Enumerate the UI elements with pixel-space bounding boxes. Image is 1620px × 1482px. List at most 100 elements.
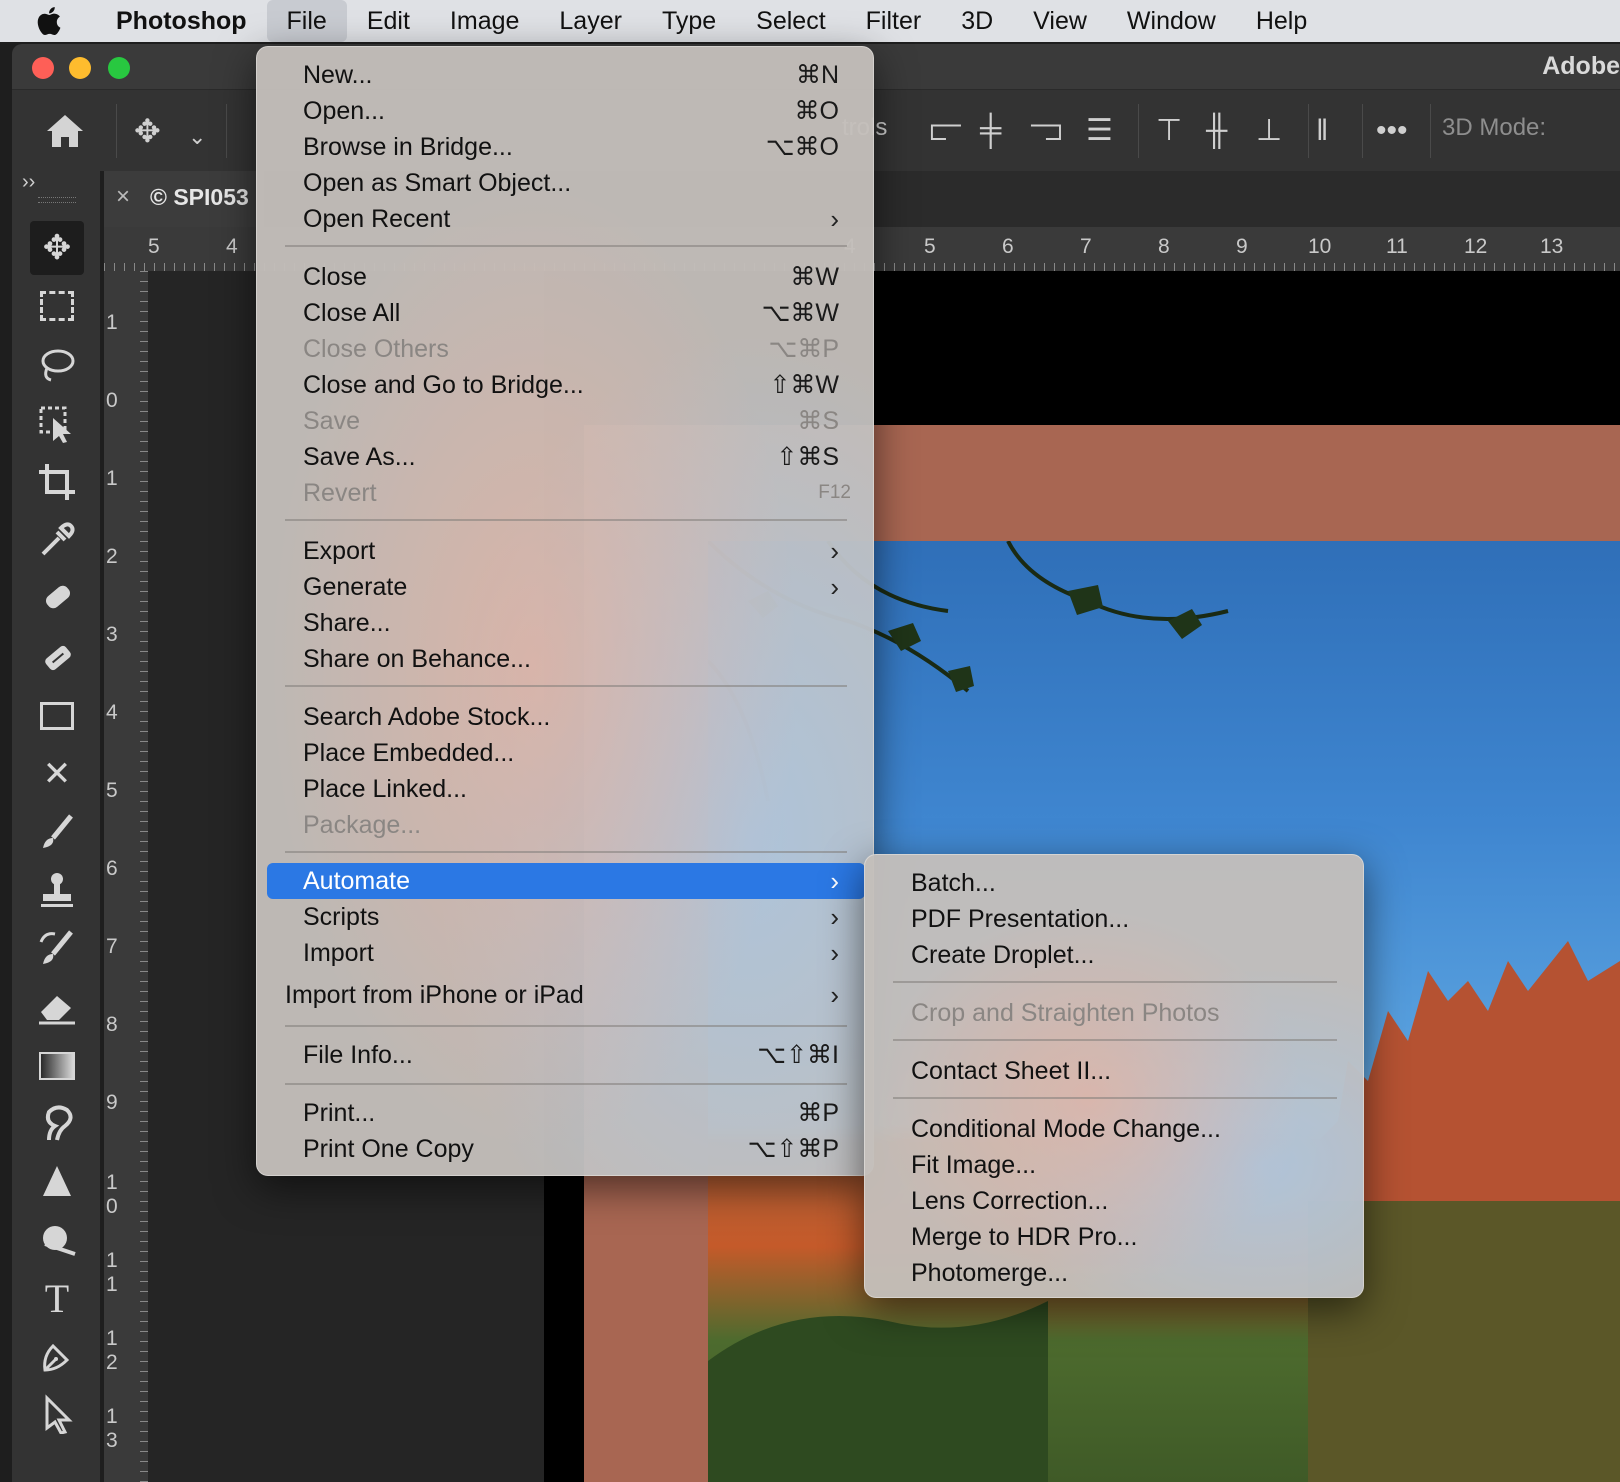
menu-item-search-adobe-stock[interactable]: Search Adobe Stock...	[303, 699, 839, 735]
menu-item-save: Save ⌘S	[303, 406, 839, 436]
automate-submenu: Batch... PDF Presentation... Create Drop…	[864, 854, 1364, 1298]
apple-icon[interactable]	[0, 5, 96, 37]
eyedropper-tool-icon[interactable]	[30, 513, 84, 567]
align-left-icon[interactable]: ⫍	[930, 112, 962, 150]
menu-item-new[interactable]: New... ⌘N	[303, 57, 839, 93]
clone-stamp-tool-icon[interactable]	[30, 863, 84, 917]
menu-item-share[interactable]: Share...	[303, 605, 839, 641]
menu-item-scripts[interactable]: Scripts ›	[303, 899, 839, 935]
menu-type[interactable]: Type	[642, 0, 736, 42]
document-tab-title: © SPI053	[150, 184, 249, 210]
crop-tool-icon[interactable]	[30, 455, 84, 509]
align-middle-icon[interactable]: ╫	[1206, 112, 1227, 150]
align-bottom-icon[interactable]: ⊥	[1256, 112, 1282, 150]
brush-tool-icon[interactable]	[30, 805, 84, 859]
menu-layer[interactable]: Layer	[539, 0, 642, 42]
lasso-tool-icon[interactable]	[30, 339, 84, 393]
toolbar-grip[interactable]	[38, 197, 76, 203]
spot-healing-tool-icon[interactable]	[30, 571, 84, 625]
object-selection-tool-icon[interactable]	[30, 397, 84, 451]
menu-item-import-from-iphone[interactable]: Import from iPhone or iPad ›	[285, 977, 839, 1013]
document-tab[interactable]: × © SPI053	[104, 171, 264, 227]
distribute-icon[interactable]: ☰	[1086, 112, 1113, 150]
menu-item-browse-in-bridge[interactable]: Browse in Bridge... ⌥⌘O	[303, 129, 839, 165]
align-top-icon[interactable]: ⊤	[1156, 112, 1182, 150]
home-icon[interactable]	[44, 112, 86, 158]
artboard-tool-icon[interactable]	[30, 689, 84, 743]
move-tool-preset-icon[interactable]: ✥	[134, 112, 161, 150]
chevron-right-icon: ›	[830, 535, 839, 566]
close-tab-icon[interactable]: ×	[116, 183, 130, 211]
menu-3d[interactable]: 3D	[941, 0, 1013, 42]
submenu-item-conditional-mode-change[interactable]: Conditional Mode Change...	[911, 1111, 1331, 1147]
pen-tool-icon[interactable]	[30, 1329, 84, 1383]
more-options-icon[interactable]: •••	[1376, 112, 1408, 150]
menu-item-export[interactable]: Export ›	[303, 533, 839, 569]
menu-item-place-linked[interactable]: Place Linked...	[303, 771, 839, 807]
menu-item-open-recent[interactable]: Open Recent ›	[303, 201, 839, 237]
menu-help[interactable]: Help	[1236, 0, 1327, 42]
history-brush-tool-icon[interactable]	[30, 921, 84, 975]
close-window-button[interactable]	[32, 57, 54, 79]
distribute-vertical-icon[interactable]: ‖	[1316, 112, 1328, 150]
file-menu: New... ⌘N Open... ⌘O Browse in Bridge... ⌥⌘…	[256, 46, 874, 1176]
blur-tool-icon[interactable]	[30, 1097, 84, 1151]
zoom-window-button[interactable]	[108, 57, 130, 79]
menu-item-open-as-smart-object[interactable]: Open as Smart Object...	[303, 165, 839, 201]
menu-item-automate[interactable]: Automate ›	[267, 863, 865, 899]
menu-item-file-info[interactable]: File Info... ⌥⇧⌘I	[303, 1037, 839, 1073]
menu-edit[interactable]: Edit	[347, 0, 430, 42]
macos-menu-bar: Photoshop File Edit Image Layer Type Sel…	[0, 0, 1620, 42]
menu-item-import[interactable]: Import ›	[303, 935, 839, 971]
menu-item-print-one-copy[interactable]: Print One Copy ⌥⇧⌘P	[303, 1131, 839, 1167]
gradient-tool-icon[interactable]	[30, 1039, 84, 1093]
collapse-panel-icon[interactable]: ››	[22, 171, 35, 194]
menu-item-open[interactable]: Open... ⌘O	[303, 93, 839, 129]
menu-item-close-and-go-to-bridge[interactable]: Close and Go to Bridge... ⇧⌘W	[303, 367, 839, 403]
photoshop-window: { "menubar": { "app_name": "Photoshop", …	[0, 0, 1620, 1482]
menu-item-save-as[interactable]: Save As... ⇧⌘S	[303, 439, 839, 475]
menu-item-close[interactable]: Close ⌘W	[303, 259, 839, 295]
sharpen-tool-icon[interactable]	[30, 1155, 84, 1209]
chevron-right-icon: ›	[830, 571, 839, 602]
submenu-item-fit-image[interactable]: Fit Image...	[911, 1147, 1331, 1183]
chevron-right-icon: ›	[830, 979, 839, 1010]
menu-app-name[interactable]: Photoshop	[96, 0, 267, 42]
path-selection-tool-icon[interactable]	[30, 1387, 84, 1441]
menu-item-generate[interactable]: Generate ›	[303, 569, 839, 605]
menu-item-package: Package...	[303, 810, 422, 839]
content-aware-move-icon[interactable]: ✕	[30, 747, 84, 801]
menu-item-print[interactable]: Print... ⌘P	[303, 1095, 839, 1131]
type-tool-icon[interactable]: T	[30, 1271, 84, 1325]
dodge-tool-icon[interactable]	[30, 1213, 84, 1267]
menu-item-close-all[interactable]: Close All ⌥⌘W	[303, 295, 839, 331]
submenu-item-pdf-presentation[interactable]: PDF Presentation...	[911, 901, 1331, 937]
menu-filter[interactable]: Filter	[846, 0, 942, 42]
align-center-icon[interactable]: ╪	[980, 112, 1001, 150]
menu-item-place-embedded[interactable]: Place Embedded...	[303, 735, 839, 771]
menu-image[interactable]: Image	[430, 0, 539, 42]
menu-item-revert: Revert F12	[303, 478, 851, 507]
menu-window[interactable]: Window	[1107, 0, 1236, 42]
minimize-window-button[interactable]	[69, 57, 91, 79]
eraser-tool-icon[interactable]	[30, 979, 84, 1033]
submenu-item-contact-sheet[interactable]: Contact Sheet II...	[911, 1053, 1331, 1089]
submenu-item-lens-correction[interactable]: Lens Correction...	[911, 1183, 1331, 1219]
menu-select[interactable]: Select	[736, 0, 845, 42]
chevron-right-icon: ›	[830, 937, 839, 968]
submenu-item-merge-to-hdr-pro[interactable]: Merge to HDR Pro...	[911, 1219, 1331, 1255]
submenu-item-batch[interactable]: Batch...	[911, 865, 1331, 901]
chevron-down-icon[interactable]: ⌄	[188, 118, 206, 156]
align-right-icon[interactable]: ⫎	[1030, 112, 1062, 150]
submenu-item-photomerge[interactable]: Photomerge...	[911, 1255, 1331, 1291]
menu-item-share-on-behance[interactable]: Share on Behance...	[303, 641, 839, 677]
3d-mode-label: 3D Mode:	[1442, 114, 1547, 141]
menu-item-close-others: Close Others ⌥⌘P	[303, 334, 839, 364]
submenu-item-create-droplet[interactable]: Create Droplet...	[911, 937, 1331, 973]
healing-brush-tool-icon[interactable]	[30, 631, 84, 685]
move-tool-icon[interactable]: ✥	[30, 221, 84, 275]
menu-view[interactable]: View	[1013, 0, 1107, 42]
menu-file[interactable]: File	[266, 0, 347, 42]
marquee-tool-icon[interactable]	[30, 279, 84, 333]
chevron-right-icon: ›	[830, 901, 839, 932]
